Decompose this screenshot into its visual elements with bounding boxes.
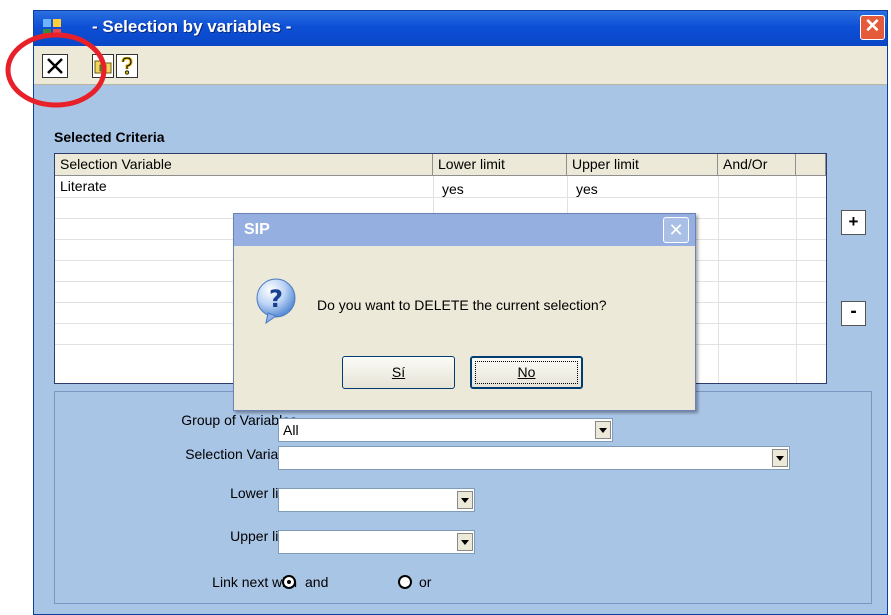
chevron-down-icon[interactable] bbox=[595, 421, 611, 439]
link-and-radio[interactable] bbox=[282, 575, 296, 589]
chevron-down-icon[interactable] bbox=[457, 491, 473, 509]
no-button[interactable]: No bbox=[470, 356, 583, 389]
dialog-title-bar[interactable]: SIP ✕ bbox=[234, 214, 695, 246]
selection-variable-select[interactable] bbox=[278, 446, 790, 470]
svg-text:?: ? bbox=[269, 285, 283, 313]
column-selection-variable[interactable]: Selection Variable bbox=[55, 154, 433, 176]
link-and-label[interactable]: and bbox=[305, 574, 328, 590]
grid-line bbox=[796, 176, 797, 383]
toolbar bbox=[34, 46, 887, 85]
dialog-message: Do you want to DELETE the current select… bbox=[317, 297, 607, 313]
link-or-radio[interactable] bbox=[398, 575, 412, 589]
criteria-editor-panel: Group of Variables All Selection Variabl… bbox=[54, 391, 872, 604]
group-of-variables-select[interactable]: All bbox=[278, 418, 613, 442]
highlight-circle bbox=[5, 32, 107, 108]
chevron-down-icon[interactable] bbox=[772, 449, 788, 467]
dialog-close-button[interactable]: ✕ bbox=[663, 217, 689, 243]
focus-indicator bbox=[475, 361, 578, 384]
yes-button[interactable]: Sí bbox=[342, 356, 455, 389]
link-or-label[interactable]: or bbox=[419, 574, 431, 590]
row-lower-limit: yes bbox=[442, 181, 464, 197]
column-spacer bbox=[796, 154, 826, 176]
column-lower-limit[interactable]: Lower limit bbox=[433, 154, 567, 176]
window-close-button[interactable]: ✕ bbox=[860, 15, 885, 40]
dialog-title: SIP bbox=[244, 221, 270, 238]
group-of-variables-value: All bbox=[283, 422, 299, 438]
column-and-or[interactable]: And/Or bbox=[718, 154, 796, 176]
question-icon bbox=[121, 57, 133, 75]
remove-criteria-button[interactable]: - bbox=[841, 301, 866, 326]
yes-button-label: Sí bbox=[391, 364, 406, 380]
grid-line bbox=[718, 176, 719, 383]
upper-limit-select[interactable] bbox=[278, 530, 475, 554]
question-icon: ? bbox=[256, 278, 296, 325]
add-criteria-button[interactable]: + bbox=[841, 210, 866, 235]
help-button[interactable] bbox=[116, 54, 138, 78]
selected-criteria-label: Selected Criteria bbox=[54, 129, 165, 145]
chevron-down-icon[interactable] bbox=[457, 533, 473, 551]
window-title: - Selection by variables - bbox=[92, 17, 292, 36]
row-variable: Literate bbox=[60, 178, 107, 194]
criteria-table-header: Selection Variable Lower limit Upper lim… bbox=[55, 154, 826, 176]
row-upper-limit: yes bbox=[576, 181, 598, 197]
column-upper-limit[interactable]: Upper limit bbox=[567, 154, 718, 176]
title-bar[interactable]: - Selection by variables - ✕ bbox=[34, 11, 887, 46]
lower-limit-select[interactable] bbox=[278, 488, 475, 512]
confirm-dialog: SIP ✕ ? Do you want to DELETE the curren… bbox=[233, 213, 696, 411]
